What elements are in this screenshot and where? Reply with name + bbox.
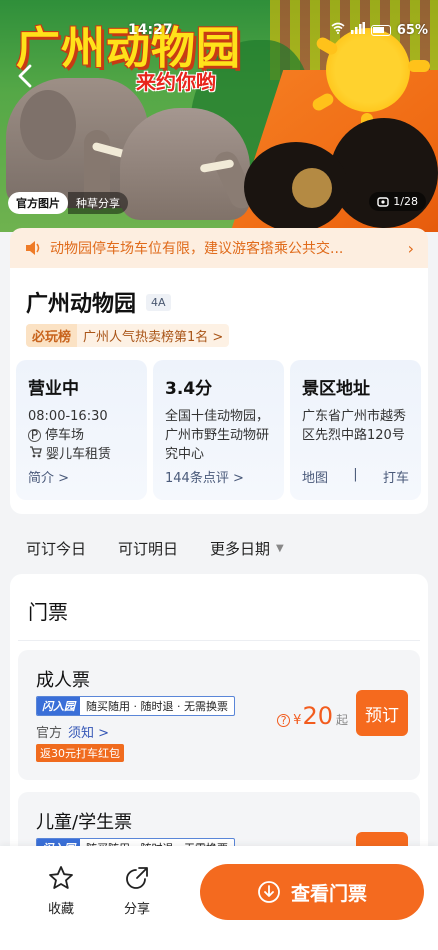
stroller-icon xyxy=(28,445,42,464)
rating-description: 全国十佳动物园，广州市野生动物研究中心 xyxy=(165,409,270,462)
hero-sun-ray xyxy=(408,60,430,72)
separator: | xyxy=(353,467,358,482)
address-text: 广东省广州市越秀区先烈中路120号 xyxy=(302,409,407,443)
chevron-right-icon: › xyxy=(407,238,414,258)
hero-tag-group: 官方图片 种草分享 xyxy=(8,192,128,214)
question-icon[interactable]: ? xyxy=(277,714,291,727)
view-tickets-label: 查看门票 xyxy=(290,882,367,905)
parking-notice[interactable]: 动物园停车场车位有限，建议游客搭乘公共交... › xyxy=(10,228,428,268)
ticket-price: ? ¥ 20 起 xyxy=(277,702,348,730)
rating-card[interactable]: 3.4分 全国十佳动物园，广州市野生动物研究中心 144条点评 > xyxy=(153,360,284,500)
back-button[interactable] xyxy=(10,64,40,94)
parking-icon: P xyxy=(28,428,41,442)
status-time: 14:27 xyxy=(128,22,173,38)
address-card[interactable]: 景区地址 广东省广州市越秀区先烈中路120号 地图 | 打车 xyxy=(290,360,421,500)
rebate-badge: 返30元打车红包 xyxy=(36,744,124,762)
tab-tomorrow[interactable]: 可订明日 xyxy=(118,538,178,559)
bear-face xyxy=(292,168,332,208)
favorite-button[interactable]: 收藏 xyxy=(36,864,86,917)
ranking-badge[interactable]: 必玩榜 广州人气热卖榜第1名 > xyxy=(26,324,230,347)
share-button[interactable]: 分享 xyxy=(112,864,162,917)
ticket-meta: 官方 须知 > xyxy=(36,722,109,741)
feature-parking: 停车场 xyxy=(45,428,85,443)
tab-more-dates[interactable]: 更多日期 ▼ xyxy=(210,538,284,559)
status-indicators: 65% xyxy=(331,22,428,38)
taxi-link[interactable]: 打车 xyxy=(383,467,409,486)
attraction-info-card: 广州动物园 4A 必玩榜 广州人气热卖榜第1名 > 营业中 08:00-16:3… xyxy=(10,268,428,514)
open-status: 营业中 xyxy=(28,379,79,399)
booking-notice-link[interactable]: 须知 > xyxy=(68,722,109,741)
book-button[interactable]: 预订 xyxy=(356,690,408,736)
caret-down-icon: ▼ xyxy=(276,543,284,554)
star-icon xyxy=(49,866,73,889)
view-tickets-button[interactable]: 查看门票 xyxy=(200,864,424,920)
notice-text: 动物园停车场车位有限，建议游客搭乘公共交... xyxy=(50,241,344,257)
ranking-label: 必玩榜 xyxy=(26,324,78,347)
ticket-name: 儿童/学生票 xyxy=(36,812,133,833)
opening-hours: 08:00-16:30 xyxy=(28,409,108,424)
fast-entry-badge: 闪入园 xyxy=(37,697,80,715)
tab-community-share[interactable]: 种草分享 xyxy=(68,192,128,214)
battery-percent: 65% xyxy=(396,22,428,38)
battery-icon xyxy=(370,24,391,36)
ranking-text: 广州人气热卖榜第1名 > xyxy=(83,330,224,345)
signal-icon xyxy=(350,22,365,38)
reviews-link[interactable]: 144条点评 > xyxy=(165,467,244,486)
hero-subtitle: 来约你哟 xyxy=(136,70,216,94)
tickets-section: 门票 成人票 闪入园 随买随用 · 随时退 · 无需换票 官方 须知 > 返30… xyxy=(10,574,428,874)
share-icon xyxy=(126,867,148,889)
date-tabs: 可订今日 可订明日 更多日期 ▼ xyxy=(26,538,284,559)
address-heading: 景区地址 xyxy=(302,379,370,399)
divider xyxy=(18,640,420,641)
attraction-level-badge: 4A xyxy=(146,293,171,311)
rating-score: 3.4分 xyxy=(165,379,213,399)
map-link[interactable]: 地图 xyxy=(302,467,328,486)
download-circle-icon xyxy=(258,881,280,903)
speaker-icon xyxy=(26,241,40,255)
gallery-icon xyxy=(377,196,389,207)
intro-link[interactable]: 简介 > xyxy=(28,467,69,486)
hero-sun-illustration xyxy=(326,28,410,112)
more-dates-label: 更多日期 xyxy=(210,540,271,558)
price-value: 20 xyxy=(302,702,333,730)
favorite-label: 收藏 xyxy=(47,902,74,917)
share-label: 分享 xyxy=(123,902,150,917)
tab-official-images[interactable]: 官方图片 xyxy=(8,192,68,214)
image-counter-text: 1/28 xyxy=(393,195,418,208)
bottom-action-bar: 收藏 分享 查看门票 xyxy=(0,846,438,950)
bear-image xyxy=(330,118,438,228)
ticket-card-adult[interactable]: 成人票 闪入园 随买随用 · 随时退 · 无需换票 官方 须知 > 返30元打车… xyxy=(18,650,420,780)
price-suffix: 起 xyxy=(335,713,348,727)
chevron-left-icon xyxy=(18,64,32,88)
wifi-icon xyxy=(331,22,345,38)
ticket-features: 闪入园 随买随用 · 随时退 · 无需换票 xyxy=(36,696,235,716)
hero-banner[interactable]: 广州动物园 来约你哟 14:27 65% 官方图片 种草分享 1/28 xyxy=(0,0,438,232)
elephant-ear xyxy=(20,90,76,160)
tab-today[interactable]: 可订今日 xyxy=(26,538,86,559)
feature-text: 随买随用 · 随时退 · 无需换票 xyxy=(86,700,228,713)
ticket-name: 成人票 xyxy=(36,670,90,691)
official-label: 官方 xyxy=(36,726,63,741)
tickets-title: 门票 xyxy=(28,600,68,624)
image-counter: 1/28 xyxy=(369,192,426,211)
currency-symbol: ¥ xyxy=(293,713,302,728)
hours-card[interactable]: 营业中 08:00-16:30 P 停车场 婴儿车租赁 简介 > xyxy=(16,360,147,500)
feature-stroller: 婴儿车租赁 xyxy=(46,447,112,462)
attraction-name: 广州动物园 xyxy=(26,292,137,317)
